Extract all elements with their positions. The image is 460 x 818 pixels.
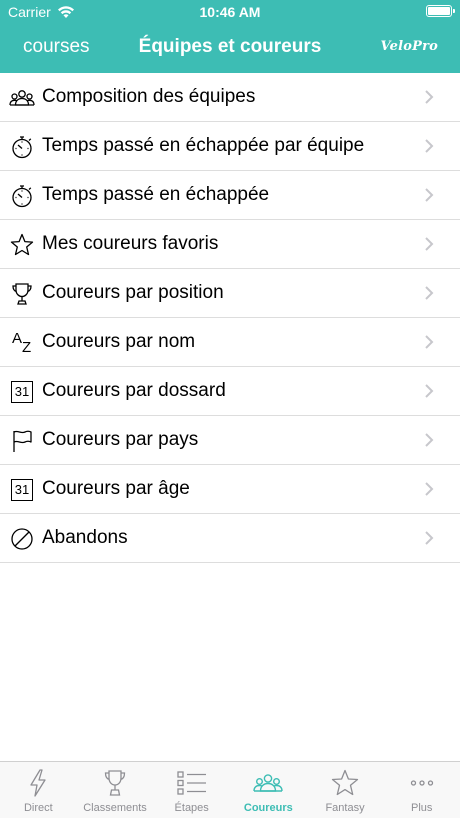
menu-item-label: Mes coureurs favoris — [42, 233, 219, 254]
lightning-icon — [23, 769, 53, 797]
menu-item-label: Coureurs par nom — [42, 331, 196, 352]
flag-icon — [9, 428, 35, 454]
menu-item-withdrawals[interactable]: Abandons — [0, 514, 460, 563]
list-icon — [177, 769, 207, 797]
tab-etapes[interactable]: Étapes — [153, 762, 230, 818]
sort-az-bottom-letter: Z — [22, 339, 32, 356]
tab-label: Plus — [410, 802, 433, 814]
menu-item-label: Coureurs par dossard — [42, 380, 226, 401]
tab-label: Coureurs — [243, 802, 293, 814]
menu-item-label: Composition des équipes — [42, 86, 256, 107]
menu-item-label: Coureurs par âge — [42, 478, 190, 499]
battery-icon — [426, 5, 455, 17]
navigation-bar: courses Équipes et coureurs VeloPro — [0, 24, 460, 73]
tab-label: Direct — [23, 802, 53, 814]
menu-item-riders-by-position[interactable]: Coureurs par position — [0, 269, 460, 318]
tab-classements[interactable]: Classements — [77, 762, 154, 818]
menu-item-breakaway-time-by-team[interactable]: Temps passé en échappée par équipe — [0, 122, 460, 171]
chevron-right-icon — [425, 139, 434, 153]
riders-menu-list: Composition des équipes Temps passé en é… — [0, 73, 460, 563]
chevron-right-icon — [425, 384, 434, 398]
chevron-right-icon — [425, 237, 434, 251]
stopwatch-icon — [9, 183, 35, 209]
star-icon — [9, 232, 35, 258]
menu-item-label: Temps passé en échappée par équipe — [42, 135, 365, 156]
calendar-day-text: 31 — [11, 381, 33, 403]
menu-item-riders-by-age[interactable]: 31 Coureurs par âge — [0, 465, 460, 514]
menu-item-riders-by-bib[interactable]: 31 Coureurs par dossard — [0, 367, 460, 416]
forbidden-icon — [9, 526, 35, 552]
chevron-right-icon — [425, 335, 434, 349]
trophy-icon — [100, 769, 130, 797]
menu-item-riders-by-name[interactable]: A Z Coureurs par nom — [0, 318, 460, 367]
team-icon — [253, 769, 284, 797]
menu-item-breakaway-time[interactable]: Temps passé en échappée — [0, 171, 460, 220]
menu-item-label: Coureurs par position — [42, 282, 224, 303]
chevron-right-icon — [425, 90, 434, 104]
calendar-31-icon: 31 — [9, 379, 35, 405]
calendar-31-icon: 31 — [9, 477, 35, 503]
team-icon — [9, 85, 35, 111]
tab-fantasy[interactable]: Fantasy — [307, 762, 384, 818]
chevron-right-icon — [425, 531, 434, 545]
tab-coureurs[interactable]: Coureurs — [230, 762, 307, 818]
chevron-right-icon — [425, 286, 434, 300]
star-icon — [330, 769, 360, 797]
tab-label: Étapes — [174, 802, 209, 814]
status-time: 10:46 AM — [199, 4, 261, 20]
sort-az-top-letter: A — [12, 330, 23, 347]
velopro-logo: VeloPro — [380, 39, 438, 54]
menu-item-riders-by-country[interactable]: Coureurs par pays — [0, 416, 460, 465]
status-bar: Carrier 10:46 AM — [0, 0, 460, 24]
menu-item-label: Coureurs par pays — [42, 429, 199, 450]
menu-item-label: Abandons — [42, 527, 128, 548]
tab-label: Fantasy — [325, 802, 365, 814]
more-icon — [407, 769, 437, 797]
sort-az-icon: A Z — [9, 330, 35, 356]
chevron-right-icon — [425, 482, 434, 496]
tab-plus[interactable]: Plus — [383, 762, 460, 818]
app-header: Carrier 10:46 AM courses Équipes et cour… — [0, 0, 460, 73]
chevron-right-icon — [425, 188, 434, 202]
chevron-right-icon — [425, 433, 434, 447]
calendar-day-text: 31 — [11, 479, 33, 501]
tab-bar: Direct Classements Étapes Coureurs Fanta… — [0, 761, 460, 818]
stopwatch-icon — [9, 134, 35, 160]
trophy-icon — [9, 281, 35, 307]
menu-item-team-composition[interactable]: Composition des équipes — [0, 73, 460, 122]
tab-label: Classements — [83, 802, 147, 814]
menu-item-label: Temps passé en échappée — [42, 184, 270, 205]
tab-direct[interactable]: Direct — [0, 762, 77, 818]
menu-item-favorite-riders[interactable]: Mes coureurs favoris — [0, 220, 460, 269]
